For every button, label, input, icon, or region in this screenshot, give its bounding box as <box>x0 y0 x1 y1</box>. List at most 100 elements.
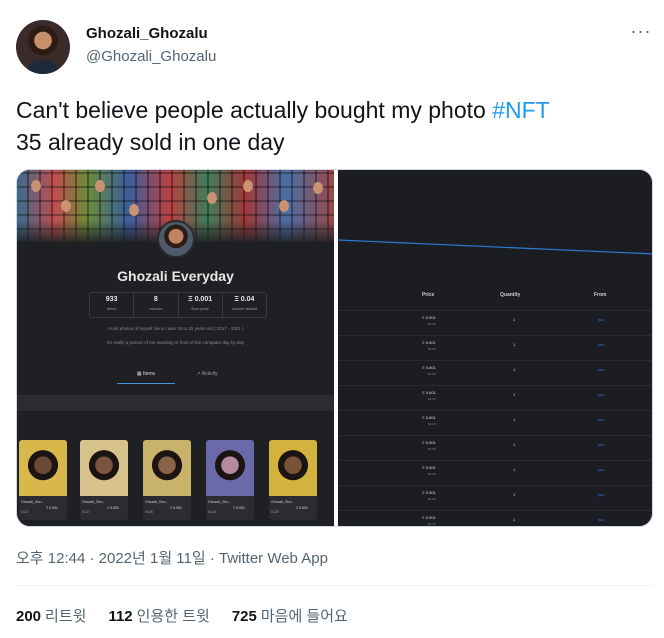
nft-card-image <box>143 440 191 496</box>
nft-card-number: #126 <box>145 510 153 514</box>
banner-face <box>129 204 139 216</box>
nft-card-name: Ghozali_Gho... <box>145 500 169 504</box>
tab-activity-label: Activity <box>201 371 218 377</box>
listing-row: Ξ 0.001 $3.30 1 you <box>338 335 652 360</box>
listing-from: you <box>598 392 605 397</box>
tweet-timestamp[interactable]: 오후 12:44 · 2022년 1월 11일 · Twitter Web Ap… <box>16 547 328 568</box>
stat-label: volume traded <box>231 306 258 311</box>
stat-value: 933 <box>105 296 118 303</box>
tab-activity: ↗ Activity <box>179 368 235 384</box>
collection-stats: 933 items 8 owners Ξ 0.001 floor price Ξ… <box>89 292 267 318</box>
listing-from: you <box>598 367 605 372</box>
listing-row: Ξ 0.001 $3.30 1 you <box>338 435 652 460</box>
listing-price: Ξ 0.001 <box>422 365 436 370</box>
stat-items: 933 items <box>90 293 135 317</box>
likes-label: 마음에 들어요 <box>260 608 348 625</box>
tweet-text-line2: 35 already sold in one day <box>16 129 285 155</box>
listing-row: Ξ 0.001 $3.30 1 you <box>338 360 652 385</box>
listing-price: Ξ 0.001 <box>422 390 436 395</box>
stat-floor-price: Ξ 0.001 floor price <box>179 293 223 317</box>
header-from: From <box>594 292 607 298</box>
tab-items: ▦ Items <box>117 368 175 384</box>
nft-card: Ghozali_Gho... #137 Ξ 0.001 <box>19 440 67 520</box>
listing-row: Ξ 0.001 $3.30 1 you <box>338 485 652 510</box>
listing-from: you <box>598 317 605 322</box>
nft-card-price: Ξ 0.001 <box>107 506 120 510</box>
banner-face <box>31 180 41 192</box>
engagement-counts: 200 리트윗 112 인용한 트윗 725 마음에 들어요 <box>16 605 348 626</box>
listing-quantity: 1 <box>513 492 516 497</box>
listing-row: Ξ 0.001 $3.30 1 you <box>338 460 652 485</box>
stat-label: floor price <box>191 306 209 311</box>
listing-price: Ξ 0.001 <box>422 415 436 420</box>
listing-quantity: 1 <box>513 517 516 522</box>
nft-card: Ghozali_Gho... #126 Ξ 0.001 <box>143 440 191 520</box>
nft-card: Ghozali_Gho... #128 Ξ 0.001 <box>206 440 254 520</box>
nft-card-image <box>19 440 67 496</box>
listing-from: you <box>598 342 605 347</box>
nft-card: Ghozali_Gho... #130 Ξ 0.001 <box>269 440 317 520</box>
collection-description-1: I took photos of myself since I was 18 t… <box>107 326 244 331</box>
listing-price-usd: $3.30 <box>428 497 436 501</box>
nft-card-name: Ghozali_Gho... <box>82 500 106 504</box>
hashtag-link[interactable]: #NFT <box>492 97 550 123</box>
listing-price-usd: $3.30 <box>428 472 436 476</box>
retweets-number: 200 <box>16 608 42 625</box>
avatar[interactable] <box>16 20 70 74</box>
stat-owners: 8 owners <box>134 293 179 317</box>
quotes-number: 112 <box>108 608 133 625</box>
listing-from: you <box>598 492 605 497</box>
stat-value: Ξ 0.04 <box>234 296 255 303</box>
nft-card-number: #137 <box>82 510 90 514</box>
nft-card: Ghozali_Gho... #137 Ξ 0.001 <box>80 440 128 520</box>
listing-quantity: 1 <box>513 367 516 372</box>
stat-label: items <box>106 306 117 311</box>
listing-from: you <box>598 417 605 422</box>
nft-card-price: Ξ 0.001 <box>170 506 183 510</box>
tweet-text: Can't believe people actually bought my … <box>16 94 646 158</box>
listing-from: you <box>598 442 605 447</box>
listing-row: Ξ 0.001 $3.30 1 you <box>338 510 652 526</box>
listing-price-usd: $3.30 <box>428 347 436 351</box>
media-image-collection[interactable]: Ghozali Everyday 933 items 8 owners Ξ 0.… <box>17 170 334 526</box>
listing-price-usd: $3.30 <box>428 372 436 376</box>
banner-face <box>313 182 323 194</box>
price-trend-line <box>338 239 652 255</box>
listing-price: Ξ 0.001 <box>422 440 436 445</box>
listing-row: Ξ 0.001 $3.30 1 you <box>338 410 652 435</box>
display-name[interactable]: Ghozali_Ghozalu <box>86 25 208 42</box>
nft-card-name: Ghozali_Gho... <box>21 500 45 504</box>
retweets-label: 리트윗 <box>45 608 87 625</box>
tweet: Ghozali_Ghozalu @Ghozali_Ghozalu ··· Can… <box>0 0 664 638</box>
retweets-count[interactable]: 200 리트윗 <box>16 605 86 626</box>
likes-count[interactable]: 725 마음에 들어요 <box>232 605 348 626</box>
banner-face <box>61 200 71 212</box>
listing-quantity: 1 <box>513 442 516 447</box>
divider <box>16 585 653 586</box>
listing-price-usd: $3.30 <box>428 522 436 526</box>
stat-label: owners <box>149 306 163 311</box>
listing-price: Ξ 0.001 <box>422 315 436 320</box>
listing-price: Ξ 0.001 <box>422 490 436 495</box>
quotes-label: 인용한 트윗 <box>136 608 210 625</box>
collection-tabs: ▦ Items ↗ Activity <box>117 368 235 384</box>
nft-card-number: #128 <box>208 510 216 514</box>
media-image-listings[interactable]: Price Quantity From Ξ 0.001 $3.30 1 you Ξ 0.… <box>338 170 652 526</box>
listing-from: you <box>598 467 605 472</box>
stat-value: Ξ 0.001 <box>188 296 213 303</box>
more-horizontal-icon[interactable]: ··· <box>630 22 652 46</box>
listing-price-usd: $3.30 <box>428 422 436 426</box>
tweet-media[interactable]: Ghozali Everyday 933 items 8 owners Ξ 0.… <box>16 169 653 527</box>
quotes-count[interactable]: 112 인용한 트윗 <box>108 605 209 626</box>
tab-items-label: Items <box>142 371 156 377</box>
stat-volume: Ξ 0.04 volume traded <box>223 293 266 317</box>
filter-bar <box>17 395 334 411</box>
listing-price: Ξ 0.001 <box>422 515 436 520</box>
banner-face <box>243 180 253 192</box>
banner-face <box>207 192 217 204</box>
nft-card-name: Ghozali_Gho... <box>271 500 295 504</box>
nft-card-image <box>206 440 254 496</box>
user-handle[interactable]: @Ghozali_Ghozalu <box>86 48 216 65</box>
banner-face <box>279 200 289 212</box>
banner-face <box>95 180 105 192</box>
